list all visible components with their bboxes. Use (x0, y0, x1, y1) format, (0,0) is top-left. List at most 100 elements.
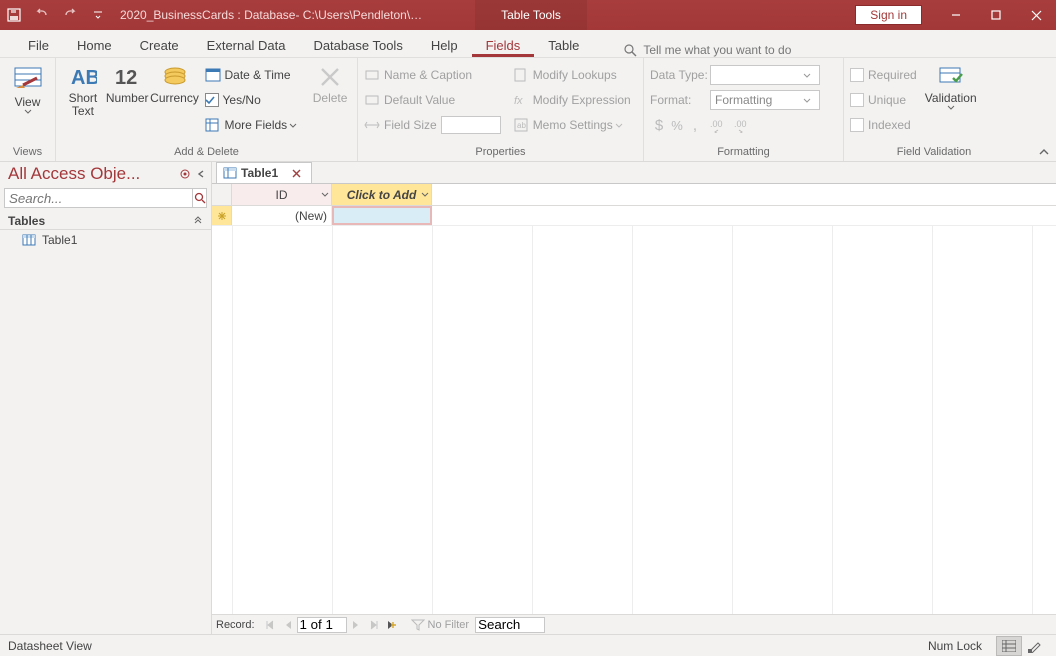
shutter-bar-icon[interactable] (195, 168, 207, 180)
delete-button: Delete (309, 62, 351, 107)
yes-no-button[interactable]: Yes/No (205, 89, 302, 111)
column-header-add[interactable]: Click to Add (332, 184, 432, 205)
nav-item-table1[interactable]: Table1 (0, 230, 211, 250)
percent-format-icon: % (668, 118, 686, 133)
nav-group-tables[interactable]: Tables (0, 210, 211, 230)
svg-text:12: 12 (115, 67, 137, 89)
field-size-row: Field Size (364, 114, 501, 136)
nav-search-button[interactable] (193, 188, 207, 208)
collapse-icon (193, 216, 203, 226)
contextual-tab-label: Table Tools (475, 0, 587, 30)
chevron-down-icon (24, 109, 32, 114)
cell-id-new[interactable]: (New) (232, 206, 332, 225)
cell-active-new[interactable] (332, 206, 432, 225)
nav-title[interactable]: All Access Obje... (8, 164, 175, 184)
row-selector-new[interactable] (212, 206, 232, 225)
short-text-icon: AB (69, 64, 97, 90)
checkbox-checked-icon (205, 93, 219, 107)
filter-icon (411, 619, 425, 631)
tab-table[interactable]: Table (534, 32, 593, 57)
last-record-button (365, 617, 383, 633)
comma-format-icon: , (686, 117, 704, 134)
filter-indicator: No Filter (411, 619, 470, 631)
close-tab-icon[interactable] (292, 169, 305, 178)
currency-button[interactable]: Currency (151, 62, 199, 107)
lightbulb-icon (623, 43, 637, 57)
quick-access-toolbar (0, 0, 112, 30)
group-views: View Views (0, 58, 56, 161)
short-text-button[interactable]: AB Short Text (62, 62, 104, 120)
record-search-input[interactable] (475, 617, 545, 633)
minimize-button[interactable] (936, 1, 976, 29)
record-label: Record: (216, 619, 255, 631)
tab-home[interactable]: Home (63, 32, 126, 57)
object-tab-table1[interactable]: Table1 (216, 162, 312, 183)
more-fields-button[interactable]: More Fields (205, 114, 302, 136)
delete-icon (317, 64, 343, 90)
table-icon (22, 233, 36, 247)
increase-decimals-icon: .00 (710, 117, 730, 133)
customize-qat-icon[interactable] (84, 1, 112, 29)
tab-database-tools[interactable]: Database Tools (299, 32, 416, 57)
navigation-pane: All Access Obje... Tables Table1 (0, 162, 212, 634)
tab-external-data[interactable]: External Data (193, 32, 300, 57)
datasheet-view-button[interactable] (996, 636, 1022, 656)
tab-create[interactable]: Create (126, 32, 193, 57)
redo-icon[interactable] (56, 1, 84, 29)
data-type-select (710, 65, 820, 85)
checkbox-icon (850, 93, 864, 107)
prev-record-button (279, 617, 297, 633)
undo-icon[interactable] (28, 1, 56, 29)
validation-icon (937, 64, 965, 90)
record-navigator: Record: No Filter (212, 614, 1056, 634)
collapse-ribbon-button[interactable] (1038, 147, 1050, 157)
tab-help[interactable]: Help (417, 32, 472, 57)
number-format-row: $ % , .00 .00 (650, 114, 820, 136)
signin-button[interactable]: Sign in (855, 5, 922, 25)
name-caption-button: Name & Caption (364, 64, 501, 86)
field-size-icon (364, 117, 380, 133)
nav-menu-icon[interactable] (179, 168, 191, 180)
modify-lookups-button: Modify Lookups (513, 64, 631, 86)
lookup-icon (513, 67, 529, 83)
column-header-id[interactable]: ID (232, 184, 332, 205)
new-record-icon (217, 211, 227, 221)
select-all-corner[interactable] (212, 184, 232, 205)
column-dropdown-icon[interactable] (421, 187, 429, 201)
table-icon (223, 166, 237, 180)
ribbon: View Views AB Short Text 12 Number Curre… (0, 58, 1056, 162)
nav-search-input[interactable] (4, 188, 193, 208)
datasheet-grid[interactable]: ID Click to Add (New) (212, 184, 1056, 614)
number-button[interactable]: 12 Number (104, 62, 151, 107)
checkbox-icon (850, 68, 864, 82)
svg-text:.00: .00 (710, 119, 723, 129)
new-record-row[interactable]: (New) (212, 206, 1056, 226)
svg-text:fx: fx (514, 95, 523, 107)
save-icon[interactable] (0, 1, 28, 29)
datasheet-icon (1002, 640, 1016, 652)
format-select: Formatting (710, 90, 820, 110)
design-view-button[interactable] (1022, 636, 1048, 656)
column-dropdown-icon[interactable] (321, 187, 329, 201)
number-icon: 12 (113, 64, 141, 90)
view-button[interactable]: View (6, 62, 49, 116)
memo-settings-button: abMemo Settings (513, 114, 631, 136)
search-icon (194, 192, 206, 204)
chevron-up-icon (1038, 147, 1050, 157)
first-record-button (261, 617, 279, 633)
tell-me-search[interactable]: Tell me what you want to do (623, 43, 791, 57)
svg-text:ab: ab (517, 121, 526, 130)
close-button[interactable] (1016, 1, 1056, 29)
svg-text:AB: AB (71, 67, 97, 89)
date-time-button[interactable]: Date & Time (205, 64, 302, 86)
more-fields-icon (205, 117, 221, 133)
validation-button[interactable]: Validation (927, 62, 975, 112)
memo-icon: ab (513, 117, 529, 133)
currency-icon (161, 64, 189, 90)
record-position-input[interactable] (297, 617, 347, 633)
group-formatting: Data Type: Format:Formatting $ % , .00 .… (644, 58, 844, 161)
new-record-button[interactable] (383, 617, 401, 633)
maximize-button[interactable] (976, 1, 1016, 29)
tab-file[interactable]: File (14, 32, 63, 57)
tab-fields[interactable]: Fields (472, 32, 535, 57)
